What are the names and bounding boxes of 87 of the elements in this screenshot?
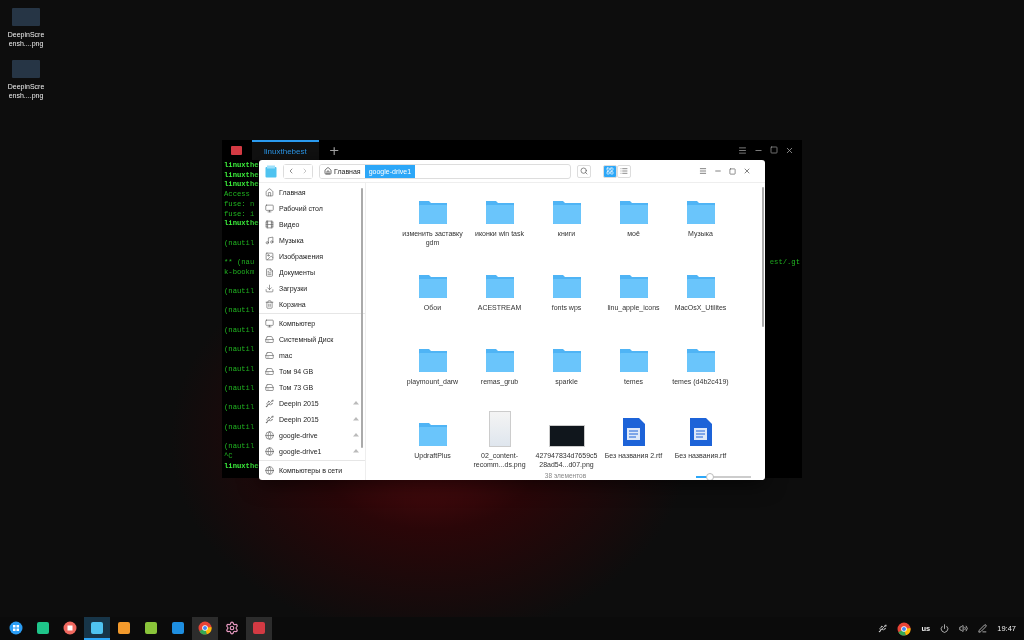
folder-icon xyxy=(551,346,582,373)
folder-icon xyxy=(484,198,515,225)
download-icon xyxy=(265,283,274,293)
folder-icon xyxy=(484,346,515,373)
folder-icon xyxy=(685,346,716,373)
search-button[interactable] xyxy=(577,164,591,178)
close-button[interactable] xyxy=(743,167,751,175)
record-icon xyxy=(63,620,77,635)
menu-button[interactable] xyxy=(738,145,747,155)
volume-icon[interactable] xyxy=(959,624,969,633)
close-button[interactable] xyxy=(785,145,794,155)
forward-icon xyxy=(301,167,309,175)
folder-icon xyxy=(417,420,448,447)
scrollbar[interactable] xyxy=(762,187,764,327)
menu-button[interactable] xyxy=(699,167,707,175)
file-manager-logo-icon xyxy=(265,164,277,178)
home-icon xyxy=(324,167,332,175)
screenshot-thumbnail[interactable] xyxy=(12,8,40,26)
eject-icon[interactable] xyxy=(353,432,359,438)
computer-icon xyxy=(265,318,274,328)
minimize-icon xyxy=(714,167,722,175)
trash-icon xyxy=(265,299,274,309)
network-icon xyxy=(265,430,274,440)
scrollbar[interactable] xyxy=(361,188,363,448)
notes-icon xyxy=(36,620,50,635)
terminal-tab[interactable]: linuxthebest xyxy=(252,140,319,160)
maximize-icon xyxy=(729,167,736,175)
image-thumbnail xyxy=(548,425,585,447)
eject-icon[interactable] xyxy=(353,448,359,454)
folder-icon xyxy=(484,272,515,299)
network-icon xyxy=(265,446,274,456)
folder-icon xyxy=(551,272,582,299)
folder-icon xyxy=(417,198,448,225)
pen-icon[interactable] xyxy=(978,624,988,633)
folder-icon xyxy=(618,346,649,373)
network-icon xyxy=(265,465,274,475)
music-icon xyxy=(265,235,274,245)
usb-icon[interactable] xyxy=(878,624,888,633)
music-app-icon xyxy=(144,620,158,635)
back-icon xyxy=(287,167,295,175)
list-icon xyxy=(620,167,628,175)
terminal-icon xyxy=(231,145,242,155)
store-icon xyxy=(117,620,131,635)
folder-icon xyxy=(417,272,448,299)
folder-icon xyxy=(618,272,649,299)
film-icon xyxy=(265,219,274,229)
usb-icon xyxy=(265,398,274,408)
settings-icon xyxy=(225,620,239,635)
monitor-icon xyxy=(265,203,274,213)
image-icon xyxy=(265,251,274,261)
folder-icon xyxy=(551,198,582,225)
slider-thumb[interactable] xyxy=(705,472,714,480)
document-icon xyxy=(265,267,274,277)
close-icon xyxy=(743,167,751,175)
menu-icon xyxy=(738,145,747,155)
document-icon xyxy=(621,417,646,447)
close-icon xyxy=(785,145,794,155)
screenshot-thumbnail[interactable] xyxy=(12,60,40,79)
power-icon[interactable] xyxy=(940,624,950,633)
usb-icon xyxy=(265,414,274,424)
folder-icon xyxy=(417,346,448,373)
image-thumbnail xyxy=(488,411,511,447)
taskbar-app[interactable] xyxy=(192,617,218,640)
folder-icon xyxy=(685,272,716,299)
video-app-icon xyxy=(171,620,185,635)
folder-icon xyxy=(618,198,649,225)
browser-icon xyxy=(897,621,912,636)
launcher-icon xyxy=(9,620,23,635)
home-icon xyxy=(265,187,274,197)
folder-icon xyxy=(685,198,716,225)
grid-icon xyxy=(606,167,614,175)
list-view-button[interactable] xyxy=(617,164,631,178)
maximize-button[interactable] xyxy=(770,146,778,154)
search-icon xyxy=(580,167,588,175)
menu-icon xyxy=(699,167,707,175)
browser-icon xyxy=(198,620,212,635)
grid-view-button[interactable] xyxy=(603,164,617,178)
terminal-icon xyxy=(252,620,266,635)
maximize-button[interactable] xyxy=(729,167,736,175)
maximize-icon xyxy=(770,146,778,154)
eject-icon[interactable] xyxy=(353,416,359,422)
taskbar-app[interactable] xyxy=(84,617,110,640)
zoom-slider[interactable] xyxy=(696,475,751,478)
new-tab-button[interactable]: + xyxy=(318,142,350,158)
eject-icon[interactable] xyxy=(353,400,359,406)
folder-app-icon xyxy=(90,620,104,635)
document-icon xyxy=(688,417,713,447)
